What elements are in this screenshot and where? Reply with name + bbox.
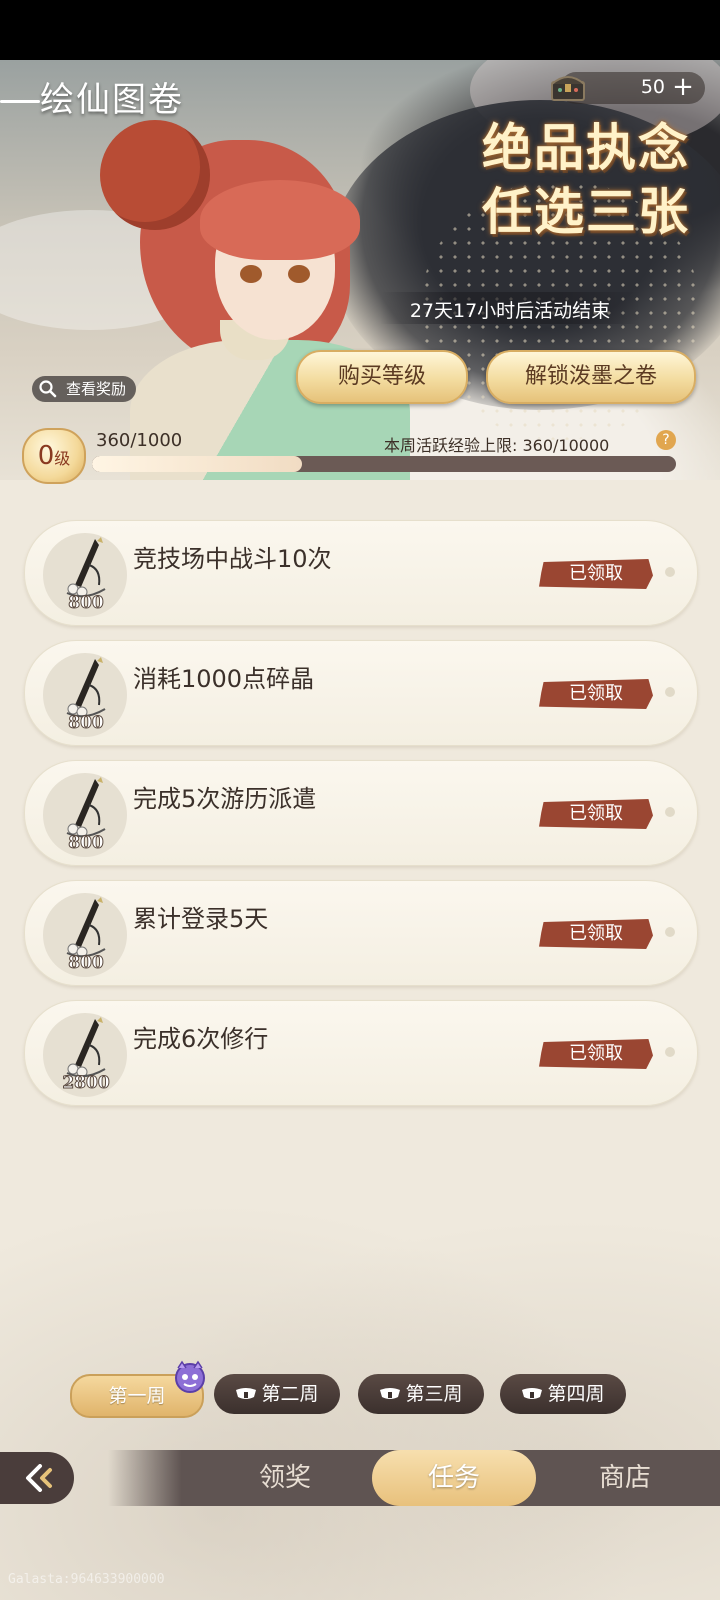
title-decoration: [0, 100, 40, 103]
character-illustration: [70, 100, 430, 480]
claimed-badge: 已领取: [539, 1039, 653, 1069]
promo-text: 绝品执念 任选三张: [482, 116, 690, 244]
task-item: 800 消耗1000点碎晶 已领取: [24, 640, 698, 746]
mascot-icon: [175, 1360, 205, 1393]
tab-week-4-label: 第四周: [547, 1383, 605, 1405]
level-badge: 0级: [22, 428, 86, 484]
back-arrow-icon: [26, 1464, 52, 1492]
treasure-chest-icon: [551, 76, 585, 101]
reward-amount: 800: [68, 833, 105, 854]
promo-line-1: 绝品执念: [482, 119, 690, 177]
tab-week-2-label: 第二周: [261, 1383, 319, 1405]
view-rewards-button[interactable]: 查看奖励: [32, 376, 137, 402]
promo-line-2: 任选三张: [482, 183, 690, 241]
task-name: 完成5次游历派遣: [133, 785, 317, 813]
tab-task[interactable]: 任务: [372, 1450, 536, 1506]
tab-week-4[interactable]: 第四周: [500, 1374, 626, 1414]
card-decoration: [665, 807, 675, 817]
lock-icon: [522, 1388, 543, 1399]
reward-amount: 800: [68, 953, 105, 974]
unlock-scroll-button[interactable]: 解锁泼墨之卷: [486, 350, 696, 404]
exp-progress-fill: [92, 456, 303, 472]
view-rewards-label: 查看奖励: [66, 380, 127, 398]
magnifier-icon: [39, 380, 57, 398]
card-decoration: [665, 567, 675, 577]
claimed-badge: 已领取: [539, 919, 653, 949]
reward-amount: 800: [68, 713, 105, 734]
exp-progress-bar: [92, 456, 676, 472]
tab-week-3[interactable]: 第三周: [358, 1374, 484, 1414]
weekly-exp-limit: 本周活跃经验上限: 360/10000: [384, 436, 610, 455]
task-item: 800 完成5次游历派遣 已领取: [24, 760, 698, 866]
level-value: 0: [37, 441, 55, 471]
page-title: 绘仙图卷: [40, 80, 184, 120]
question-icon[interactable]: ?: [656, 430, 676, 450]
task-item: 2800 完成6次修行 已领取: [24, 1000, 698, 1106]
claimed-badge: 已领取: [539, 799, 653, 829]
reward-amount: 2800: [62, 1073, 110, 1094]
tab-week-2[interactable]: 第二周: [214, 1374, 340, 1414]
reward-amount: 800: [68, 593, 105, 614]
watermark: Galasta:964633900000: [8, 1572, 165, 1587]
level-unit: 级: [54, 449, 71, 468]
task-item: 800 竞技场中战斗10次 已领取: [24, 520, 698, 626]
card-decoration: [665, 687, 675, 697]
card-decoration: [665, 1047, 675, 1057]
card-decoration: [665, 927, 675, 937]
lock-icon: [380, 1388, 401, 1399]
task-item: 800 累计登录5天 已领取: [24, 880, 698, 986]
lock-icon: [236, 1388, 257, 1399]
claimed-badge: 已领取: [539, 559, 653, 589]
buy-level-button[interactable]: 购买等级: [296, 350, 468, 404]
status-bar: [0, 0, 720, 60]
currency-amount: 50: [640, 76, 665, 98]
task-name: 竞技场中战斗10次: [133, 545, 332, 573]
plus-icon[interactable]: +: [670, 74, 696, 100]
tab-claim[interactable]: 领奖: [210, 1450, 360, 1506]
exp-counter: 360/1000: [96, 430, 183, 451]
task-name: 累计登录5天: [133, 905, 269, 933]
tab-week-3-label: 第三周: [405, 1383, 463, 1405]
event-countdown: 27天17小时后活动结束: [409, 300, 611, 322]
claimed-badge: 已领取: [539, 679, 653, 709]
task-name: 完成6次修行: [133, 1025, 269, 1053]
back-button[interactable]: [0, 1452, 74, 1504]
tab-shop[interactable]: 商店: [550, 1450, 700, 1506]
task-name: 消耗1000点碎晶: [133, 665, 315, 693]
